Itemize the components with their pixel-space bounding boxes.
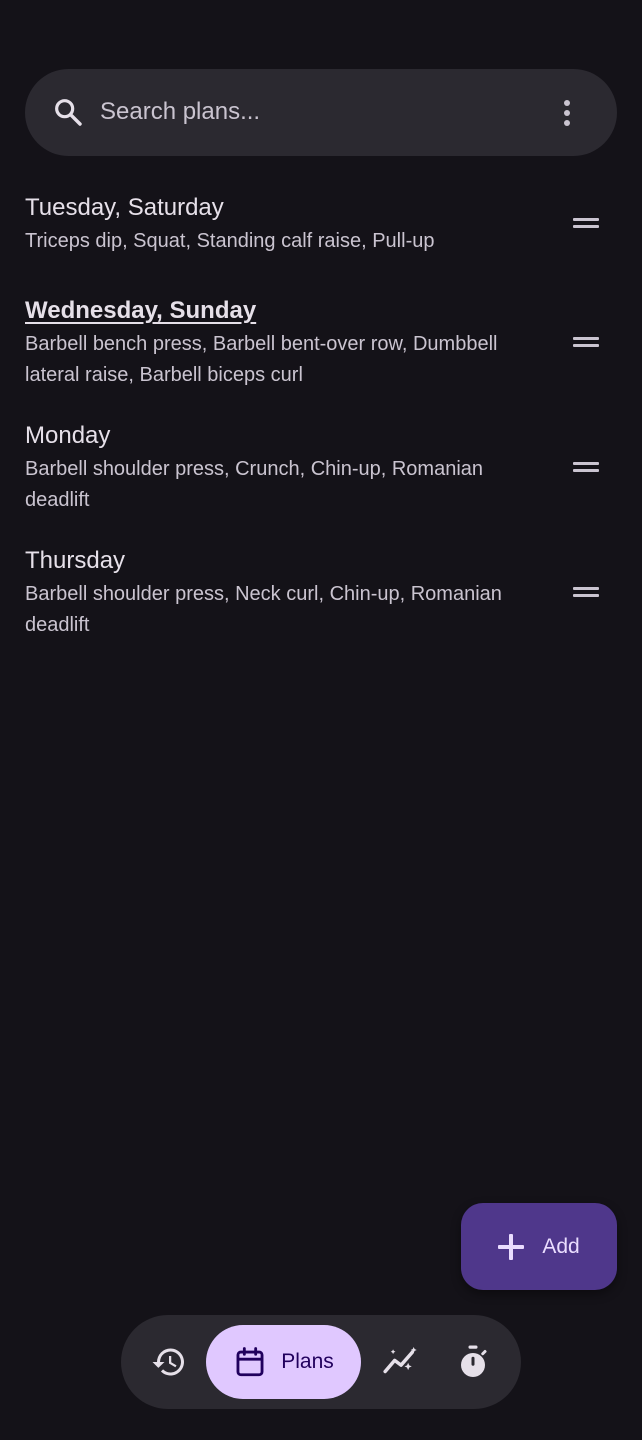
drag-handle-icon[interactable] <box>573 587 601 601</box>
bottom-navigation: Plans <box>121 1315 521 1409</box>
nav-history[interactable] <box>141 1325 197 1399</box>
search-bar <box>25 69 617 156</box>
plan-exercises: Barbell shoulder press, Neck curl, Chin-… <box>25 583 502 636</box>
plan-title: Monday <box>25 422 111 449</box>
drag-handle-icon[interactable] <box>573 462 601 476</box>
nav-timer[interactable] <box>445 1325 501 1399</box>
add-plan-button[interactable]: Add <box>461 1203 617 1290</box>
calendar-icon <box>236 1347 264 1377</box>
plan-item-wednesday-sunday[interactable]: Wednesday, Sunday Barbell bench press, B… <box>25 295 617 391</box>
plan-title: Thursday <box>25 547 126 574</box>
plan-title: Tuesday, Saturday <box>25 194 224 221</box>
more-vert-icon[interactable] <box>557 93 577 133</box>
plan-title: Wednesday, Sunday <box>25 297 257 324</box>
plan-item-tuesday-saturday[interactable]: Tuesday, Saturday Triceps dip, Squat, St… <box>25 192 617 257</box>
plan-exercises: Barbell bench press, Barbell bent-over r… <box>25 333 498 386</box>
add-button-label: Add <box>542 1234 580 1258</box>
nav-plans[interactable]: Plans <box>206 1325 361 1399</box>
history-icon <box>152 1348 184 1376</box>
search-input[interactable] <box>100 91 520 133</box>
nav-graphs[interactable] <box>373 1325 429 1399</box>
graphs-icon <box>383 1346 417 1374</box>
plan-item-monday[interactable]: Monday Barbell shoulder press, Crunch, C… <box>25 420 617 516</box>
plan-exercises: Barbell shoulder press, Crunch, Chin-up,… <box>25 458 484 511</box>
drag-handle-icon[interactable] <box>573 218 601 232</box>
drag-handle-icon[interactable] <box>573 337 601 351</box>
plan-exercises: Triceps dip, Squat, Standing calf raise,… <box>25 230 435 252</box>
search-icon <box>55 99 82 126</box>
timer-icon <box>461 1345 487 1377</box>
nav-plans-label: Plans <box>281 1350 334 1373</box>
plus-icon <box>498 1233 525 1260</box>
plan-item-thursday[interactable]: Thursday Barbell shoulder press, Neck cu… <box>25 545 617 641</box>
